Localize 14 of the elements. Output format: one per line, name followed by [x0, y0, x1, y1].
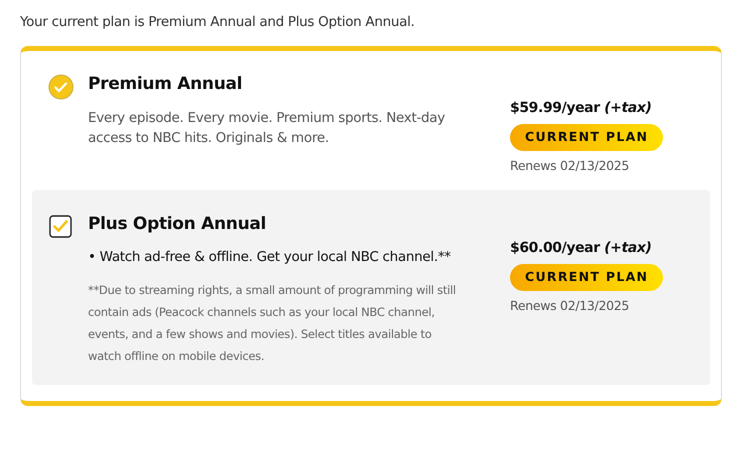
plan-feature: • Watch ad-free & offline. Get your local NBC channel.** — [88, 248, 452, 268]
plan-price: $59.99/year (+tax) — [510, 99, 652, 118]
renewal-date: Renews 02/13/2025 — [510, 296, 630, 314]
intro-text: Your current plan is Premium Annual and Plus Option Annual. — [20, 13, 416, 32]
current-plan-badge: CURRENT PLAN — [510, 124, 664, 151]
plan-name: Plus Option Annual — [88, 212, 268, 236]
plan-name: Premium Annual — [88, 73, 244, 96]
plan-price: $60.00/year (+tax) — [510, 238, 652, 258]
footnote-text: **Due to streaming rights, a small amount of programming will still contain ads (Peacock channels such as your local NBC channel, events, and a few shows and movies). Select titles available to watch offline on mobile devices. — [88, 282, 457, 366]
check-circle-icon[interactable] — [48, 74, 74, 100]
renewal-date: Renews 02/13/2025 — [510, 157, 630, 175]
current-plan-badge: CURRENT PLAN — [510, 264, 664, 290]
plan-description: Every episode. Every movie. Premium sports. Next-day access to NBC hits. Originals & more. — [88, 108, 446, 148]
checkbox-icon[interactable] — [48, 214, 74, 240]
